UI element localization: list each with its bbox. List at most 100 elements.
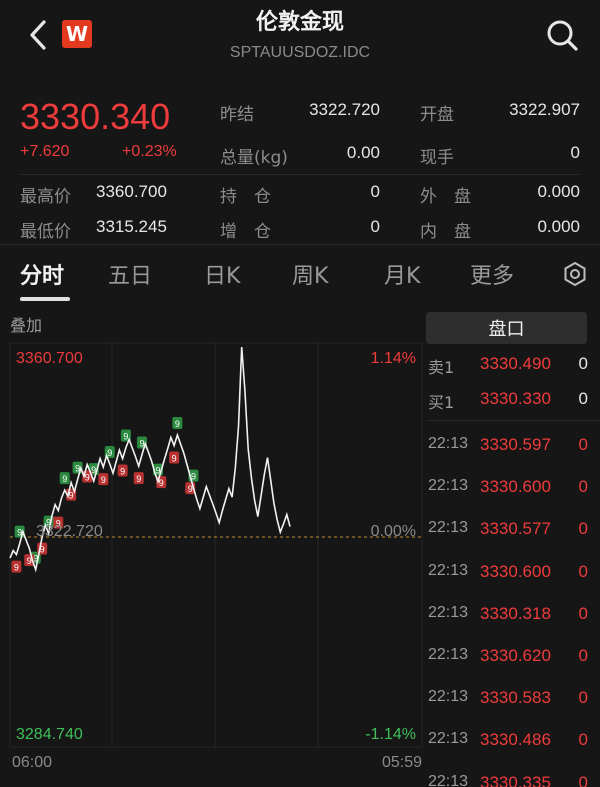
search-button[interactable] (543, 16, 581, 54)
signal-marker-label: 9 (172, 454, 177, 464)
add-value: 0 (370, 217, 380, 236)
trade-time: 22:13 (428, 688, 469, 706)
trade-row: 22:13 3330.577 0 (428, 519, 600, 549)
order-book-button[interactable]: 盘口 (426, 312, 587, 344)
chart-settings-button[interactable] (562, 261, 588, 287)
last-price: 3330.340 (20, 96, 171, 137)
ask-price: 3330.490 (480, 354, 551, 373)
trade-volume: 0 (578, 519, 588, 539)
signal-marker-label: 9 (14, 563, 19, 573)
low-label: 最低价 (20, 222, 71, 242)
trade-volume: 0 (578, 772, 588, 787)
trade-row: 22:13 3330.600 0 (428, 562, 600, 592)
ask-volume: 0 (578, 354, 588, 373)
divider (20, 174, 580, 175)
prev-close-label: 昨结 (220, 105, 254, 125)
trade-row: 22:13 3330.318 0 (428, 604, 600, 634)
trade-volume: 0 (578, 561, 588, 581)
start-time-label: 06:00 (12, 754, 52, 771)
trade-row: 22:13 3330.620 0 (428, 646, 600, 676)
prev-close-value: 3322.720 (309, 100, 380, 119)
signal-marker-label: 9 (123, 432, 128, 442)
end-time-label: 05:59 (382, 754, 422, 771)
instrument-code: SPTAUUSDOZ.IDC (229, 44, 371, 61)
mid-price-label: 3322.720 (36, 523, 103, 540)
signal-marker-label: 9 (107, 448, 112, 458)
trade-volume: 0 (578, 603, 588, 623)
divider (0, 244, 600, 245)
trade-price: 3330.620 (480, 646, 551, 665)
trade-time: 22:13 (428, 519, 469, 537)
trade-volume: 0 (578, 688, 588, 708)
ask-label: 卖1 (428, 358, 455, 377)
low-value: 3315.245 (96, 217, 167, 236)
volume-label: 总量(kg) (220, 148, 288, 168)
tab-more[interactable]: 更多 (470, 258, 514, 290)
trade-volume: 0 (578, 646, 588, 665)
signal-marker-label: 9 (175, 419, 180, 429)
trade-time: 22:13 (428, 772, 469, 787)
price-change-pct: +0.23% (122, 143, 177, 160)
signal-marker-label: 9 (136, 474, 141, 484)
top-pct-label: 1.14% (371, 350, 416, 367)
search-icon (547, 20, 578, 51)
trade-price: 3330.600 (480, 477, 551, 497)
hold-value: 0 (370, 182, 380, 201)
trade-row: 22:13 3330.486 0 (428, 730, 600, 760)
add-label: 增 仓 (220, 222, 271, 242)
tab-intraday[interactable]: 分时 (20, 258, 64, 290)
page-title: 伦敦金现 (255, 10, 344, 35)
price-change: +7.620 (20, 143, 70, 160)
trade-price: 3330.318 (480, 603, 551, 623)
bottom-pct-label: -1.14% (365, 726, 416, 743)
inner-label: 内 盘 (420, 222, 471, 242)
intraday-chart: 99999 9999999999999 999 999 3360.700 1.14% … (9, 342, 423, 771)
bid-label: 买1 (428, 393, 455, 412)
volume-value: 0.00 (346, 143, 380, 162)
trade-price: 3330.335 (480, 772, 551, 787)
tab-active-indicator (20, 297, 70, 301)
trade-time: 22:13 (428, 477, 469, 495)
tab-monthly-k[interactable]: 月K (384, 258, 420, 290)
trade-time: 22:13 (428, 435, 469, 452)
bottom-price-label: 3284.740 (16, 726, 83, 743)
trade-price: 3330.577 (480, 519, 551, 539)
signal-marker-label: 9 (101, 475, 106, 485)
trade-time: 22:13 (428, 730, 469, 748)
high-value: 3360.700 (96, 182, 167, 201)
tab-weekly-k[interactable]: 周K (292, 258, 328, 290)
trade-volume: 0 (578, 730, 588, 750)
trade-time: 22:13 (428, 603, 469, 621)
settings-icon (564, 261, 586, 287)
chart-grid (9, 342, 423, 748)
ask-row: 卖1 3330.490 0 (428, 354, 600, 384)
overlay-button[interactable]: 叠加 (10, 312, 42, 336)
tab-five-day[interactable]: 五日 (108, 258, 152, 290)
bid-price: 3330.330 (480, 389, 551, 408)
bid-row: 买1 3330.330 0 (428, 389, 600, 419)
hold-label: 持 仓 (220, 187, 271, 207)
outer-value: 0.000 (537, 182, 580, 201)
signal-marker-label: 9 (159, 478, 164, 488)
open-label: 开盘 (420, 105, 454, 125)
trade-time: 22:13 (428, 646, 469, 663)
signal-marker-label: 9 (120, 467, 125, 477)
trade-row: 22:13 3330.583 0 (428, 688, 600, 718)
top-price-label: 3360.700 (16, 350, 83, 367)
trade-price: 3330.600 (480, 561, 551, 581)
trade-price: 3330.597 (480, 435, 551, 454)
signal-marker-label: 9 (188, 484, 193, 494)
trade-volume: 0 (578, 477, 588, 497)
inner-value: 0.000 (537, 217, 580, 236)
signal-marker-label: 9 (62, 474, 67, 484)
trade-volume: 0 (578, 435, 588, 454)
open-value: 3322.907 (509, 100, 580, 119)
trade-time: 22:13 (428, 561, 469, 579)
high-label: 最高价 (20, 187, 71, 207)
hand-value: 0 (570, 143, 580, 162)
mid-pct-label: 0.00% (371, 523, 416, 540)
trade-price: 3330.583 (480, 688, 551, 708)
signal-marker-label: 9 (85, 473, 90, 483)
bid-volume: 0 (578, 389, 588, 408)
tab-daily-k[interactable]: 日K (204, 258, 240, 290)
